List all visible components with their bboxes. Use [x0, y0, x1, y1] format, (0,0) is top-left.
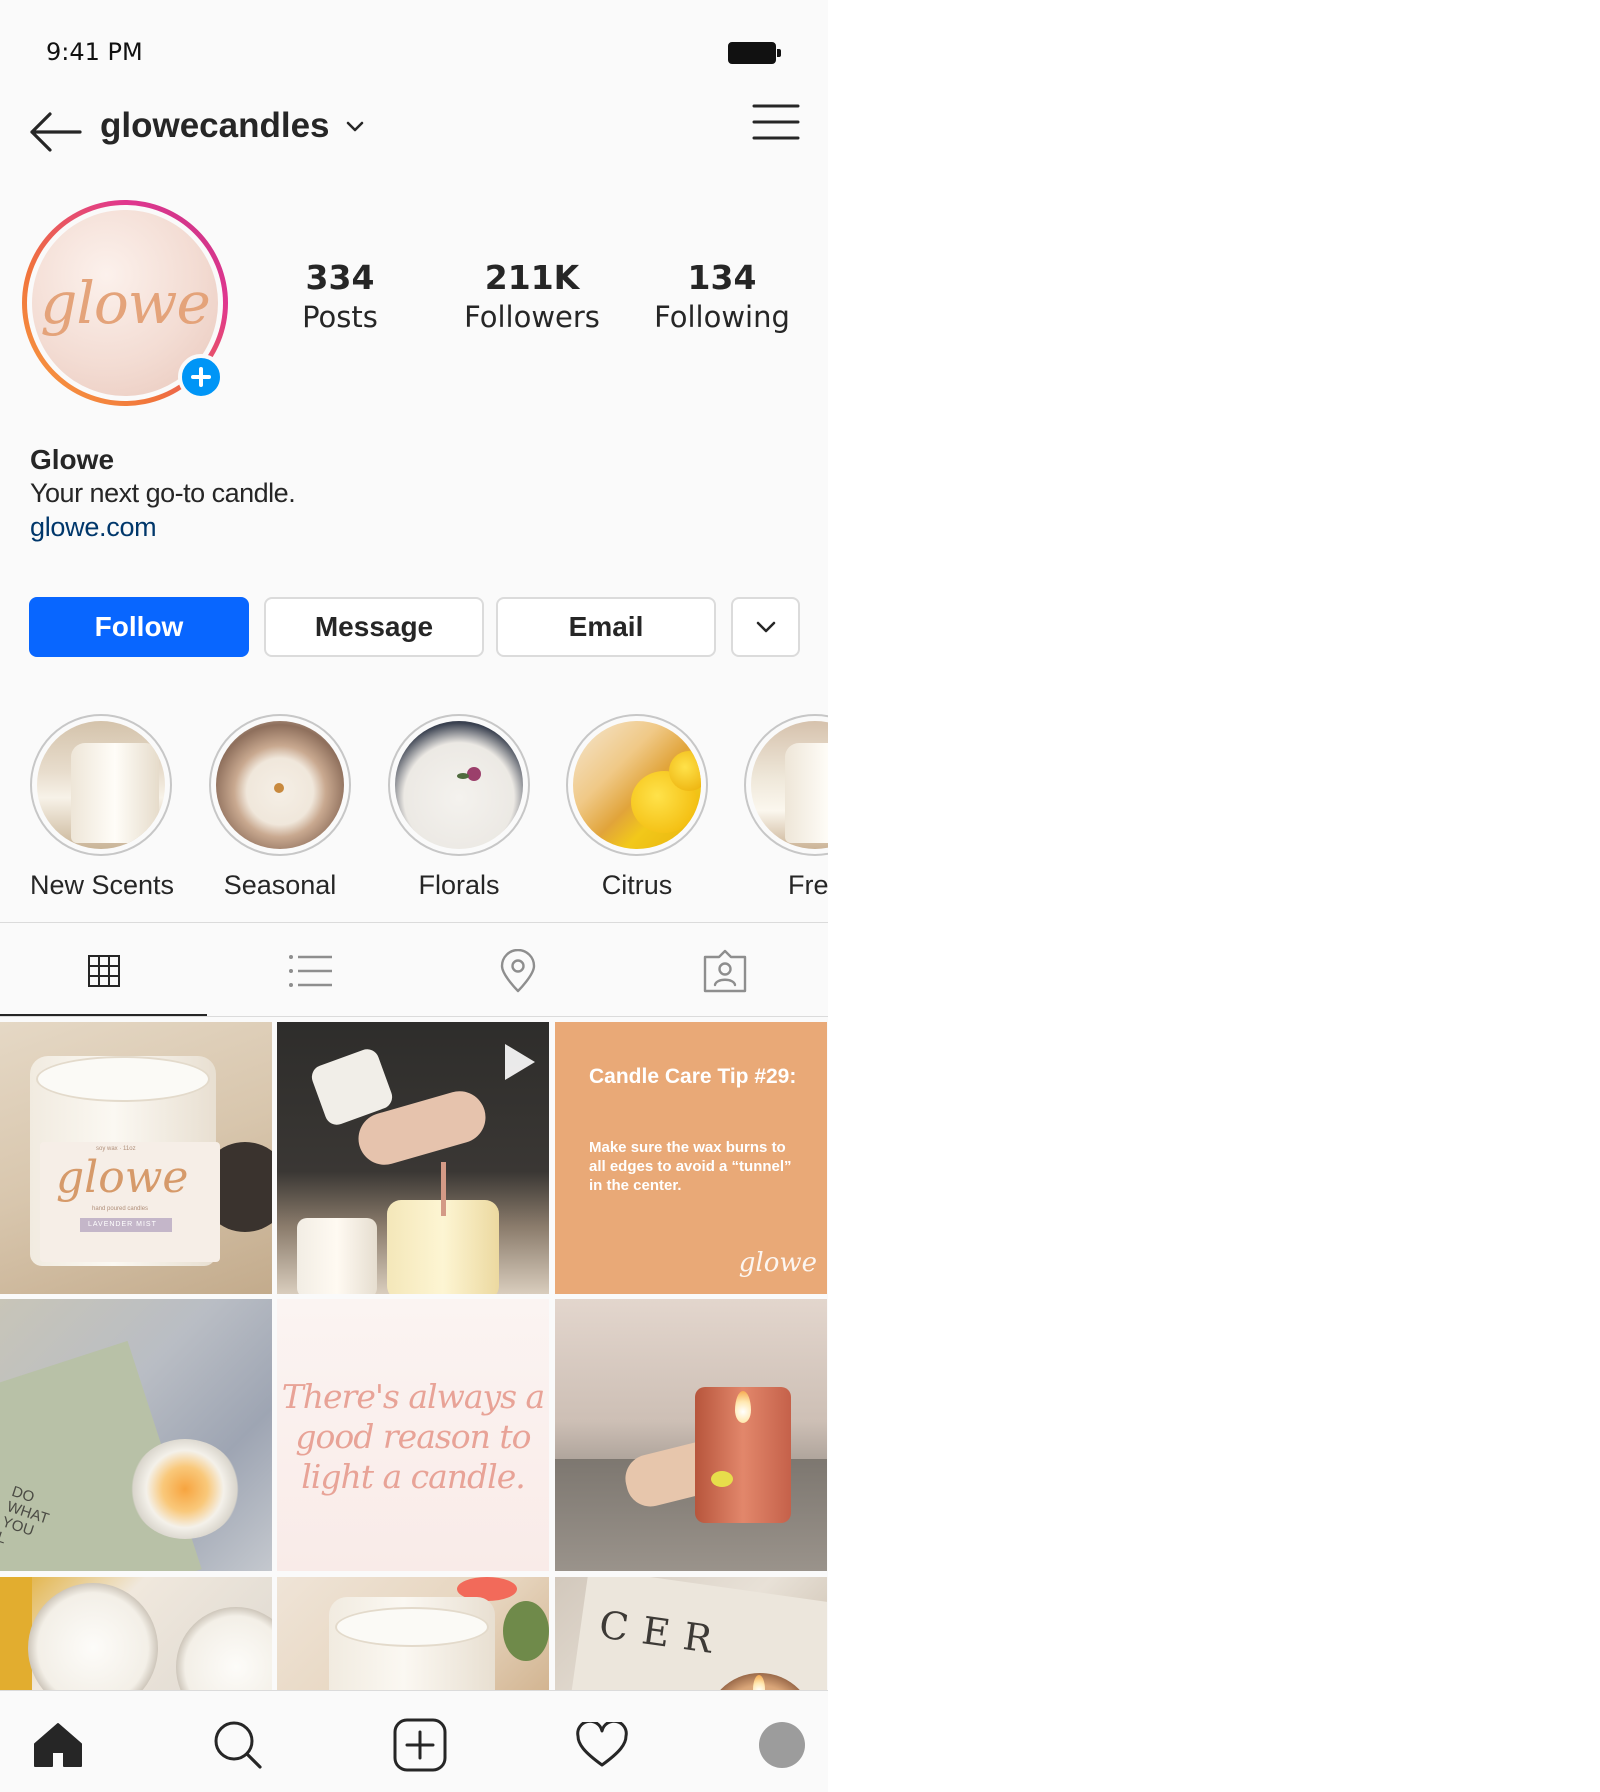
new-post-icon — [393, 1718, 447, 1772]
posts-label: Posts — [302, 300, 378, 334]
bottom-navigation — [0, 1690, 828, 1792]
tab-tagged[interactable] — [621, 924, 828, 1018]
followers-label: Followers — [464, 300, 600, 334]
highlight-new-scents[interactable]: New Scents — [30, 714, 175, 901]
highlight-label: Citrus — [601, 870, 673, 900]
highlight-label: Fres — [788, 870, 828, 900]
profile-bio: Your next go-to candle. — [30, 478, 296, 508]
highlight-label: New Scents — [30, 870, 175, 900]
post-thumbnail[interactable]: soy wax · 11oz glowe hand poured candles… — [0, 1022, 272, 1294]
tagged-user-icon — [703, 949, 746, 993]
email-button[interactable]: Email — [496, 597, 716, 657]
highlight-label: Florals — [418, 870, 500, 900]
jar-logo: glowe — [56, 1152, 189, 1203]
suggested-dropdown-button[interactable] — [731, 597, 800, 657]
website-link[interactable]: glowe.com — [30, 512, 157, 543]
tip-body: Make sure the wax burns to all edges to … — [589, 1139, 792, 1194]
highlight-cover — [37, 721, 165, 849]
highlight-florals[interactable]: Florals — [388, 714, 530, 901]
highlight-cover — [395, 721, 523, 849]
jar-subtitle: hand poured candles — [92, 1206, 149, 1212]
list-icon — [288, 955, 332, 987]
battery-icon — [728, 42, 781, 64]
avatar-logo: glowe — [40, 269, 211, 337]
chevron-down-icon[interactable] — [344, 118, 366, 136]
profile-name: Glowe — [30, 444, 115, 475]
quote-text: There's always a good reason to light a … — [281, 1377, 546, 1496]
menu-icon[interactable] — [752, 102, 800, 142]
following-count: 134 — [687, 258, 757, 297]
add-story-icon[interactable] — [178, 354, 224, 400]
divider — [0, 1016, 828, 1017]
grid-icon — [87, 955, 120, 987]
status-time: 9:41 PM — [46, 38, 143, 66]
chevron-down-icon — [756, 621, 775, 633]
nav-home[interactable] — [28, 1715, 88, 1775]
post-thumbnail[interactable] — [277, 1022, 549, 1294]
profile-screen: 9:41 PM glowecandles glowe 334 Posts 211… — [0, 0, 828, 1792]
nav-profile[interactable] — [752, 1715, 812, 1775]
follow-button[interactable]: Follow — [29, 597, 249, 657]
candle-flame — [735, 1391, 751, 1423]
search-icon — [214, 1721, 262, 1769]
stat-followers[interactable]: 211K Followers — [447, 256, 617, 334]
profile-username[interactable]: glowecandles — [100, 106, 330, 146]
stat-posts[interactable]: 334 Posts — [255, 256, 425, 334]
highlight-citrus[interactable]: Citrus — [566, 714, 708, 901]
post-thumbnail[interactable]: DO WHAT YOU L — [0, 1299, 272, 1571]
tab-places[interactable] — [414, 924, 621, 1018]
post-thumbnail[interactable]: Candle Care Tip #29: Make sure the wax b… — [555, 1022, 827, 1294]
message-button[interactable]: Message — [264, 597, 484, 657]
tip-title: Candle Care Tip #29: — [589, 1065, 797, 1088]
nav-search[interactable] — [208, 1715, 268, 1775]
post-thumbnail[interactable]: There's always a good reason to light a … — [277, 1299, 549, 1571]
highlight-seasonal[interactable]: Seasonal — [209, 714, 351, 901]
tab-feed[interactable] — [207, 924, 414, 1018]
back-arrow-icon[interactable] — [28, 108, 82, 156]
post-thumbnail[interactable] — [555, 1299, 827, 1571]
scent-label: LAVENDER MIST — [88, 1221, 157, 1228]
posts-count: 334 — [305, 258, 375, 297]
video-play-icon — [505, 1044, 535, 1080]
following-label: Following — [654, 300, 790, 334]
home-icon — [34, 1723, 82, 1767]
divider — [0, 922, 828, 923]
tab-grid[interactable] — [0, 924, 207, 1018]
highlight-label: Seasonal — [223, 870, 337, 900]
nav-create[interactable] — [390, 1715, 450, 1775]
highlight-cover — [216, 721, 344, 849]
nav-activity[interactable] — [572, 1715, 632, 1775]
stat-following[interactable]: 134 Following — [637, 256, 807, 334]
highlight-fresh[interactable]: Fres — [744, 714, 828, 901]
tip-logo: glowe — [738, 1248, 817, 1278]
highlight-cover — [751, 721, 828, 849]
location-pin-icon — [500, 949, 535, 993]
highlight-cover — [573, 721, 701, 849]
profile-avatar-icon — [759, 1722, 805, 1768]
heart-icon — [576, 1722, 628, 1767]
followers-count: 211K — [484, 258, 580, 297]
